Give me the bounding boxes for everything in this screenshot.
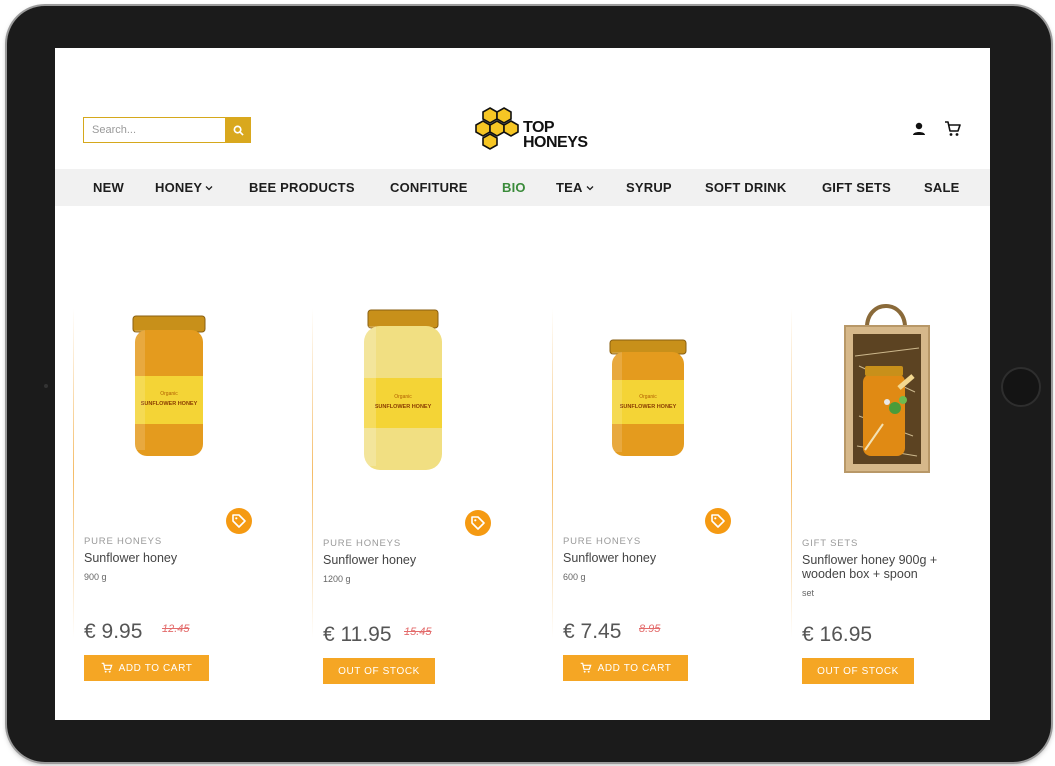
nav-item-gift-sets[interactable]: GIFT SETS (822, 169, 891, 206)
product-unit: 900 g (84, 572, 107, 582)
product-price: € 16.95 (802, 623, 873, 646)
tag-icon (232, 514, 246, 528)
button-label: ADD TO CART (597, 662, 672, 674)
product-unit: 1200 g (323, 574, 351, 584)
sale-tag-button[interactable] (705, 508, 731, 534)
product-unit: set (802, 588, 815, 598)
card-divider (552, 308, 553, 638)
sale-tag-button[interactable] (465, 510, 491, 536)
product-price: € 9.95 (84, 620, 143, 643)
product-name[interactable]: Sunflower honey (323, 553, 416, 567)
nav-item-sale[interactable]: SALE (924, 169, 959, 206)
product-name[interactable]: Sunflower honey 900g + wooden box + spoo… (802, 553, 937, 581)
nav-label: SOFT DRINK (705, 180, 787, 195)
jar-title: SUNFLOWER HONEY (620, 404, 677, 410)
chevron-down-icon (205, 185, 213, 190)
gift-box-image[interactable] (839, 296, 935, 474)
user-icon[interactable] (911, 121, 927, 137)
jar-title: SUNFLOWER HONEY (141, 401, 198, 407)
product-name-line: Sunflower honey 900g + (802, 553, 938, 567)
jar-brand: Organic (160, 391, 178, 397)
product-card: Organic SUNFLOWER HONEY PURE HONEYS Sunf… (312, 308, 551, 684)
product-category: GIFT SETS (802, 538, 859, 549)
product-category: PURE HONEYS (323, 538, 401, 549)
product-old-price: 8.95 (639, 623, 661, 635)
search-bar (83, 117, 253, 143)
product-card: Organic SUNFLOWER HONEY PURE HONEYS Sunf… (552, 308, 791, 681)
home-button[interactable] (1001, 367, 1041, 407)
card-divider (312, 308, 313, 638)
nav-label: BEE PRODUCTS (249, 180, 355, 195)
add-to-cart-button[interactable]: ADD TO CART (84, 655, 209, 681)
jar-title: SUNFLOWER HONEY (375, 404, 432, 410)
search-icon (233, 125, 244, 136)
honey-jar-image[interactable]: Organic SUNFLOWER HONEY (130, 314, 208, 462)
cart-icon (101, 662, 113, 673)
nav-item-new[interactable]: NEW (93, 169, 124, 206)
product-unit: 600 g (563, 572, 586, 582)
product-old-price: 12.45 (162, 623, 190, 635)
tag-icon (711, 514, 725, 528)
product-card: GIFT SETS Sunflower honey 900g + wooden … (791, 304, 990, 684)
out-of-stock-button[interactable]: OUT OF STOCK (323, 658, 435, 684)
sale-tag-button[interactable] (226, 508, 252, 534)
product-category: PURE HONEYS (84, 536, 162, 547)
nav-item-tea[interactable]: TEA (556, 169, 594, 206)
product-name[interactable]: Sunflower honey (563, 551, 656, 565)
logo-line-1: TOP (523, 119, 555, 136)
tag-icon (471, 516, 485, 530)
cart-icon[interactable] (944, 120, 962, 138)
cart-icon (580, 662, 592, 673)
button-label: ADD TO CART (118, 662, 193, 674)
camera-dot (44, 384, 48, 388)
search-input[interactable] (83, 117, 225, 143)
logo-wordmark[interactable]: TOP HONEYS (523, 119, 588, 151)
nav-item-bee-products[interactable]: BEE PRODUCTS (249, 169, 355, 206)
button-label: OUT OF STOCK (338, 665, 420, 677)
nav-label: SYRUP (626, 180, 672, 195)
main-nav: NEW HONEY BEE PRODUCTS CONFITURE BIO TEA… (55, 169, 990, 206)
honey-jar-image[interactable]: Organic SUNFLOWER HONEY (608, 338, 688, 460)
nav-label: NEW (93, 180, 124, 195)
nav-label: CONFITURE (390, 180, 468, 195)
screen: TOP HONEYS NEW HONEY BEE PRODUCTS CONFIT… (55, 48, 990, 720)
nav-label: SALE (924, 180, 960, 195)
product-price: € 11.95 (323, 623, 392, 646)
nav-label: BIO (502, 180, 526, 195)
search-button[interactable] (225, 117, 251, 143)
jar-brand: Organic (394, 394, 412, 400)
product-name[interactable]: Sunflower honey (84, 551, 177, 565)
product-category: PURE HONEYS (563, 536, 641, 547)
nav-label: TEA (556, 180, 583, 195)
nav-item-confiture[interactable]: CONFITURE (390, 169, 468, 206)
out-of-stock-button[interactable]: OUT OF STOCK (802, 658, 914, 684)
card-divider (73, 308, 74, 638)
button-label: OUT OF STOCK (817, 665, 899, 677)
chevron-down-icon (586, 185, 594, 190)
logo-line-2: HONEYS (523, 134, 588, 151)
card-divider (791, 308, 792, 638)
nav-label: GIFT SETS (822, 180, 891, 195)
product-old-price: 15.45 (404, 626, 432, 638)
nav-item-soft-drink[interactable]: SOFT DRINK (705, 169, 786, 206)
nav-item-honey[interactable]: HONEY (155, 169, 213, 206)
add-to-cart-button[interactable]: ADD TO CART (563, 655, 688, 681)
nav-label: HONEY (155, 180, 203, 195)
product-name-line: wooden box + spoon (802, 567, 918, 581)
honey-jar-image[interactable]: Organic SUNFLOWER HONEY (362, 308, 444, 474)
product-card: Organic SUNFLOWER HONEY PURE HONEYS Sunf… (73, 308, 312, 681)
jar-brand: Organic (639, 394, 657, 400)
product-price: € 7.45 (563, 620, 622, 643)
nav-item-bio[interactable]: BIO (502, 169, 526, 206)
nav-item-syrup[interactable]: SYRUP (626, 169, 672, 206)
